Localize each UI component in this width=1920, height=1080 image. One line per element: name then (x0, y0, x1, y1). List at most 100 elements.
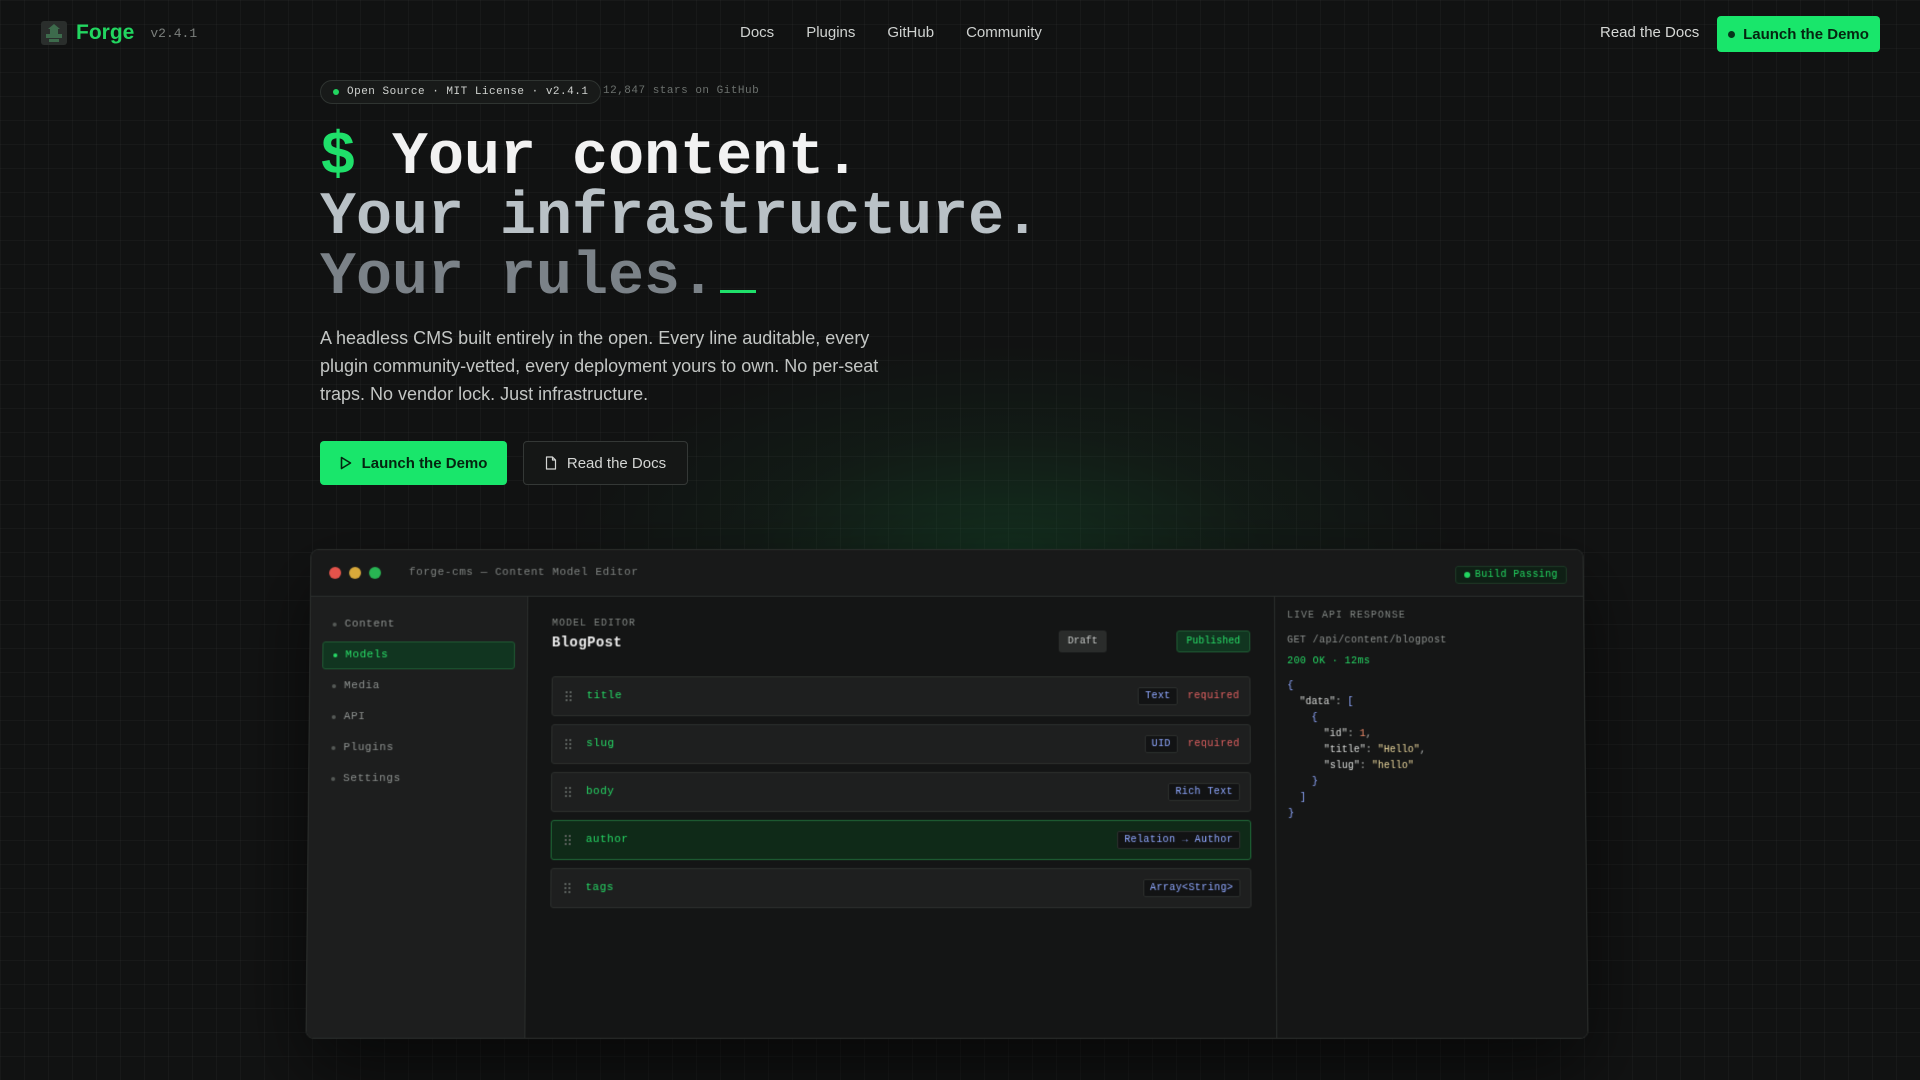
field-name: slug (586, 738, 614, 750)
build-status-badge: Build Passing (1455, 566, 1567, 584)
field-type-chip: UID (1145, 735, 1178, 753)
status-dot-icon (1728, 31, 1735, 38)
minimize-window-icon[interactable] (349, 567, 361, 579)
required-label: required (1188, 739, 1240, 750)
bullet-icon (332, 684, 336, 688)
sidebar-item-label: API (344, 711, 366, 723)
anvil-logo-icon (40, 20, 68, 46)
nav-launch-label: Launch the Demo (1743, 26, 1869, 43)
maximize-window-icon[interactable] (369, 567, 381, 579)
api-status-line: 200 OK · 12ms (1287, 656, 1571, 667)
field-name: tags (585, 882, 614, 894)
required-label: required (1188, 691, 1240, 702)
live-dot-icon (333, 89, 339, 95)
sidebar-item-content[interactable]: Content (323, 611, 516, 639)
document-icon (545, 456, 557, 470)
sidebar-item-label: Plugins (343, 742, 393, 754)
api-request-line: GET /api/content/blogpost (1287, 635, 1571, 646)
app-sidebar: Content Models Media API Plugins Setting… (307, 597, 529, 1038)
field-type-chip: Array<String> (1143, 879, 1240, 897)
nav-link-docs[interactable]: Docs (740, 24, 774, 41)
hero-heading-line-3-text: Your rules. (320, 244, 716, 312)
nav-read-docs-link[interactable]: Read the Docs (1600, 24, 1699, 41)
drag-handle-icon[interactable] (564, 834, 572, 846)
bullet-icon (333, 623, 337, 627)
bullet-icon (333, 653, 337, 657)
field-meta: Text required (1138, 687, 1240, 705)
field-list: title Text required slug UID required bo… (550, 676, 1251, 916)
nav-link-plugins[interactable]: Plugins (806, 24, 855, 41)
field-row-title[interactable]: title Text required (551, 676, 1250, 716)
field-type-chip: Rich Text (1168, 783, 1240, 801)
sidebar-item-api[interactable]: API (322, 703, 515, 731)
bullet-icon (331, 777, 335, 781)
json-response-body: { "data": [ { "id": 1, "title": "Hello",… (1287, 679, 1573, 823)
model-editor: MODEL EDITOR BlogPost Draft Published ti… (525, 597, 1276, 1038)
nav-link-community[interactable]: Community (966, 24, 1042, 41)
brand-name: Forge (76, 21, 134, 45)
json-value: 1 (1360, 729, 1366, 740)
brand-logo[interactable]: Forge v2.4.1 (40, 20, 197, 46)
sidebar-item-label: Media (344, 680, 380, 692)
field-meta: Array<String> (1143, 879, 1240, 897)
json-key: "id" (1324, 729, 1348, 740)
field-meta: UID required (1145, 735, 1240, 753)
sidebar-item-plugins[interactable]: Plugins (321, 734, 514, 762)
license-badge-text: Open Source · MIT License · v2.4.1 (347, 86, 588, 98)
field-name: title (587, 690, 623, 702)
sidebar-item-models[interactable]: Models (322, 641, 515, 669)
top-nav: Forge v2.4.1 Docs Plugins GitHub Communi… (0, 0, 1920, 68)
model-name: BlogPost (552, 635, 1250, 651)
api-panel-label: LIVE API RESPONSE (1287, 611, 1571, 622)
published-status-button[interactable]: Published (1176, 631, 1250, 653)
bullet-icon (332, 715, 336, 719)
prompt-symbol: $ (320, 124, 356, 192)
hero-description: A headless CMS built entirely in the ope… (320, 324, 910, 408)
hero-heading-line-2: Your infrastructure. (320, 188, 1040, 248)
launch-demo-button[interactable]: Launch the Demo (320, 441, 507, 485)
drag-handle-icon[interactable] (564, 786, 572, 798)
field-row-body[interactable]: body Rich Text (551, 772, 1251, 812)
nav-link-github[interactable]: GitHub (887, 24, 934, 41)
window-title: forge-cms — Content Model Editor (409, 567, 639, 579)
api-response-panel: LIVE API RESPONSE GET /api/content/blogp… (1274, 597, 1588, 1038)
drag-handle-icon[interactable] (564, 738, 572, 750)
app-preview-window: forge-cms — Content Model Editor Build P… (306, 549, 1589, 1039)
primary-nav: Docs Plugins GitHub Community (740, 24, 1042, 41)
field-meta: Relation → Author (1117, 831, 1240, 849)
json-value: "hello" (1372, 761, 1414, 772)
drag-handle-icon[interactable] (565, 690, 573, 702)
field-type-chip: Relation → Author (1117, 831, 1240, 849)
window-titlebar: forge-cms — Content Model Editor Build P… (311, 550, 1583, 597)
build-dot-icon (1464, 572, 1470, 578)
json-key: "slug" (1324, 761, 1360, 772)
sidebar-item-label: Models (345, 649, 388, 661)
field-type-chip: Text (1138, 687, 1178, 705)
close-window-icon[interactable] (329, 567, 341, 579)
sidebar-item-settings[interactable]: Settings (321, 765, 514, 793)
github-stars: 12,847 stars on GitHub (603, 85, 759, 97)
field-row-author[interactable]: author Relation → Author (551, 820, 1252, 860)
sidebar-item-label: Settings (343, 773, 401, 785)
sidebar-item-label: Content (345, 619, 395, 631)
nav-launch-demo-button[interactable]: Launch the Demo (1717, 16, 1880, 52)
hero-heading-line-3: Your rules. (320, 248, 756, 308)
hero-heading-line-1: $ Your content. (320, 128, 860, 188)
field-name: author (586, 834, 629, 846)
brand-version: v2.4.1 (150, 26, 197, 41)
json-key: "title" (1324, 745, 1366, 756)
field-meta: Rich Text (1168, 783, 1240, 801)
drag-handle-icon[interactable] (563, 882, 571, 894)
sidebar-item-media[interactable]: Media (322, 672, 515, 700)
field-row-slug[interactable]: slug UID required (551, 724, 1251, 764)
read-docs-label: Read the Docs (567, 455, 666, 472)
hero-heading-line-1-text: Your content. (392, 124, 860, 192)
blinking-cursor (720, 290, 756, 293)
build-status-text: Build Passing (1475, 569, 1558, 580)
read-docs-button[interactable]: Read the Docs (523, 441, 688, 485)
license-badge: Open Source · MIT License · v2.4.1 (320, 80, 601, 104)
field-row-tags[interactable]: tags Array<String> (550, 868, 1251, 908)
field-name: body (586, 786, 614, 798)
draft-status-button[interactable]: Draft (1059, 631, 1107, 653)
json-value: "Hello" (1378, 745, 1420, 756)
